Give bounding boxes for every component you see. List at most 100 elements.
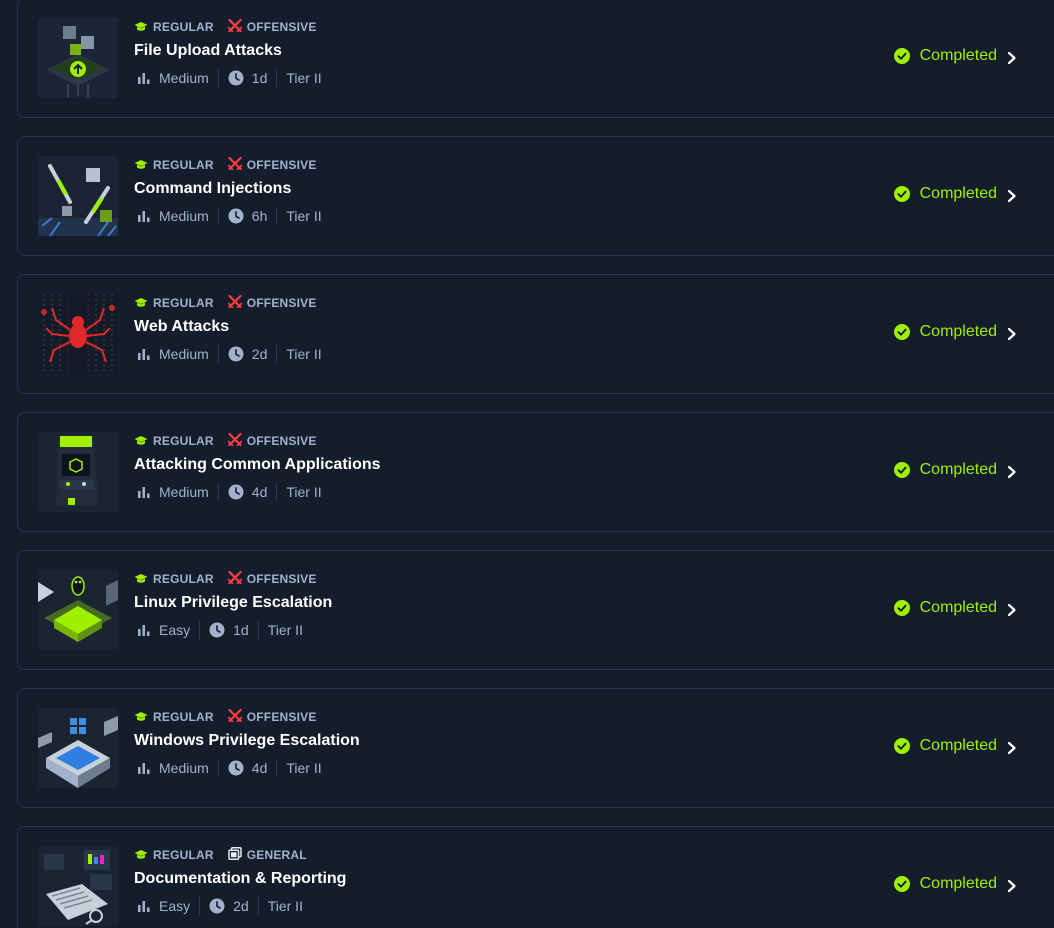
difficulty: Medium [137, 346, 209, 362]
clock-icon [228, 484, 244, 500]
bar-chart-icon [138, 900, 150, 912]
injection-thumbnail [38, 156, 118, 236]
difficulty: Easy [137, 622, 190, 638]
module-title[interactable]: Linux Privilege Escalation [134, 594, 332, 612]
module-card[interactable]: REGULAR OFFENSIVE File Upload Attacks Me… [17, 0, 1054, 118]
bar-chart-icon [138, 348, 150, 360]
difficulty: Medium [137, 208, 209, 224]
meta-divider [257, 897, 259, 915]
meta-divider [276, 345, 278, 363]
module-card[interactable]: REGULAR OFFENSIVE Command Injections Med… [17, 136, 1054, 256]
meta-divider [217, 759, 219, 777]
module-meta: Medium 2d Tier II [137, 345, 322, 363]
module-tags: REGULAR OFFENSIVE [134, 708, 331, 725]
type-tag: REGULAR [134, 572, 214, 586]
meta-divider [257, 621, 259, 639]
meta-divider [217, 483, 219, 501]
category-icon-wrap [227, 18, 247, 35]
bar-chart-icon [138, 72, 150, 84]
clock-icon [228, 346, 244, 362]
module-title[interactable]: Attacking Common Applications [134, 456, 381, 474]
module-title[interactable]: Command Injections [134, 180, 291, 198]
duration-label: 2d [233, 898, 249, 914]
category-tag: OFFENSIVE [227, 432, 317, 449]
meta-divider [276, 483, 278, 501]
tier: Tier II [286, 208, 321, 224]
upload-thumbnail [38, 18, 118, 98]
category-tag: OFFENSIVE [227, 708, 317, 725]
category-label: GENERAL [246, 848, 307, 862]
clock-icon [228, 70, 244, 86]
crossed-swords-icon [227, 156, 243, 171]
module-tags: REGULAR OFFENSIVE [134, 294, 331, 311]
difficulty-label: Easy [159, 622, 191, 638]
completion-status: Completed [893, 185, 997, 203]
graduation-cap-icon [134, 850, 148, 859]
duration: 2d [209, 898, 249, 914]
duration: 4d [228, 760, 267, 776]
difficulty-label: Medium [159, 484, 209, 500]
type-label: REGULAR [153, 848, 214, 862]
bar-chart-icon [138, 762, 150, 774]
chevron-right-icon[interactable] [1005, 186, 1019, 206]
module-tags: REGULAR OFFENSIVE [134, 18, 331, 35]
crossed-swords-icon [227, 294, 243, 309]
module-tags: REGULAR OFFENSIVE [134, 432, 331, 449]
chevron-right-icon[interactable] [1005, 48, 1019, 68]
status-label: Completed [919, 323, 997, 340]
module-card[interactable]: REGULAR OFFENSIVE Linux Privilege Escala… [17, 550, 1054, 670]
chevron-right-icon[interactable] [1005, 462, 1019, 482]
module-tags: REGULAR GENERAL [134, 847, 321, 863]
chevron-right-icon[interactable] [1005, 738, 1019, 758]
graduation-cap-icon [134, 574, 148, 583]
module-title[interactable]: Windows Privilege Escalation [134, 732, 360, 750]
module-card[interactable]: REGULAR GENERAL Documentation & Reportin… [17, 826, 1054, 928]
check-circle-icon [893, 462, 910, 478]
module-meta: Easy 1d Tier II [137, 621, 303, 639]
check-circle-icon [893, 186, 910, 202]
tier: Tier II [286, 484, 321, 500]
chevron-right-icon[interactable] [1005, 600, 1019, 620]
graduation-cap-icon [134, 712, 148, 721]
tier-label: Tier II [286, 760, 322, 776]
module-tags: REGULAR OFFENSIVE [134, 156, 331, 173]
module-title[interactable]: Documentation & Reporting [134, 870, 346, 888]
clock-icon [209, 898, 225, 914]
tier-label: Tier II [286, 346, 322, 362]
module-meta: Medium 4d Tier II [137, 483, 322, 501]
category-icon-wrap [227, 570, 247, 587]
module-card[interactable]: REGULAR OFFENSIVE Attacking Common Appli… [17, 412, 1054, 532]
module-card[interactable]: REGULAR OFFENSIVE Windows Privilege Esca… [17, 688, 1054, 808]
module-tags: REGULAR OFFENSIVE [134, 570, 331, 587]
status-label: Completed [919, 47, 997, 64]
module-meta: Medium 4d Tier II [137, 759, 322, 777]
check-circle-icon [893, 738, 910, 754]
module-title[interactable]: Web Attacks [134, 318, 229, 336]
status-label: Completed [919, 185, 997, 202]
category-icon-wrap [227, 708, 247, 725]
crossed-swords-icon [227, 432, 243, 447]
windows-thumbnail [38, 708, 118, 788]
chevron-right-icon[interactable] [1005, 324, 1019, 344]
meta-divider [276, 69, 278, 87]
module-title[interactable]: File Upload Attacks [134, 42, 282, 60]
type-label: REGULAR [153, 158, 214, 172]
category-icon-wrap [227, 432, 247, 449]
duration: 6h [228, 208, 268, 224]
duration-label: 6h [251, 208, 268, 224]
tier-label: Tier II [267, 898, 303, 914]
type-label: REGULAR [153, 572, 214, 586]
type-label: REGULAR [153, 710, 214, 724]
type-label: REGULAR [153, 434, 214, 448]
difficulty-label: Medium [159, 208, 209, 224]
chevron-right-icon[interactable] [1005, 876, 1019, 896]
type-tag: REGULAR [134, 296, 214, 310]
tier-label: Tier II [286, 208, 322, 224]
category-tag: GENERAL [227, 847, 307, 863]
check-circle-icon [893, 876, 910, 892]
completion-status: Completed [893, 875, 997, 893]
completion-status: Completed [893, 47, 997, 65]
completion-status: Completed [893, 323, 997, 341]
category-tag: OFFENSIVE [227, 156, 317, 173]
module-card[interactable]: REGULAR OFFENSIVE Web Attacks Medium 2d … [17, 274, 1054, 394]
